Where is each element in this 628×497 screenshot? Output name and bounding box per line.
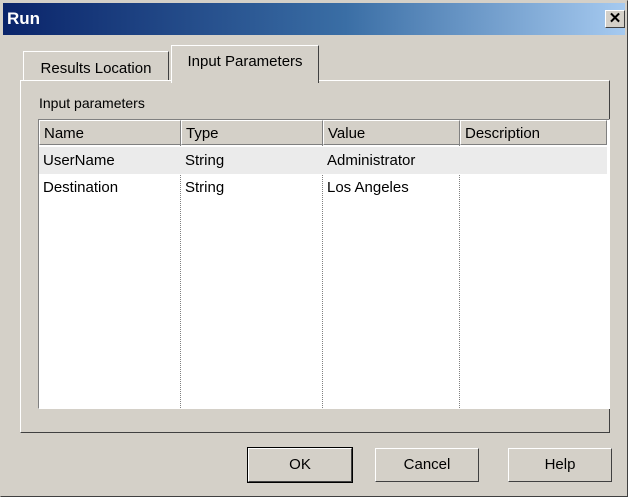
cell-type: String [185, 152, 225, 169]
tab-label: Results Location [40, 60, 152, 77]
cell-value: Los Angeles [327, 179, 409, 196]
window-title: Run [7, 9, 41, 28]
cell-name: UserName [43, 152, 115, 169]
close-button[interactable]: ✕ [605, 10, 625, 28]
tab-label: Input Parameters [187, 53, 303, 70]
run-dialog: Run ✕ Results Location Input Parameters … [0, 0, 628, 497]
parameters-table[interactable]: Name Type Value Description UserName Str… [38, 119, 610, 409]
ok-button[interactable]: OK [247, 447, 353, 483]
table-row[interactable]: Destination String Los Angeles [39, 174, 607, 201]
input-parameters-label: Input parameters [39, 95, 145, 111]
cell-type: String [185, 179, 225, 196]
cell-value: Administrator [327, 152, 416, 169]
cancel-button[interactable]: Cancel [375, 448, 479, 482]
cell-name: Destination [43, 179, 119, 196]
column-header-description[interactable]: Description [460, 120, 607, 145]
help-button[interactable]: Help [508, 448, 612, 482]
tab-results-location[interactable]: Results Location [23, 51, 169, 81]
column-header-name[interactable]: Name [39, 120, 181, 145]
table-row[interactable]: UserName String Administrator [39, 147, 607, 174]
column-header-type[interactable]: Type [181, 120, 323, 145]
tab-input-parameters[interactable]: Input Parameters [171, 45, 319, 83]
column-header-value[interactable]: Value [323, 120, 460, 145]
close-icon: ✕ [608, 10, 622, 27]
title-bar[interactable]: Run ✕ [3, 3, 625, 35]
